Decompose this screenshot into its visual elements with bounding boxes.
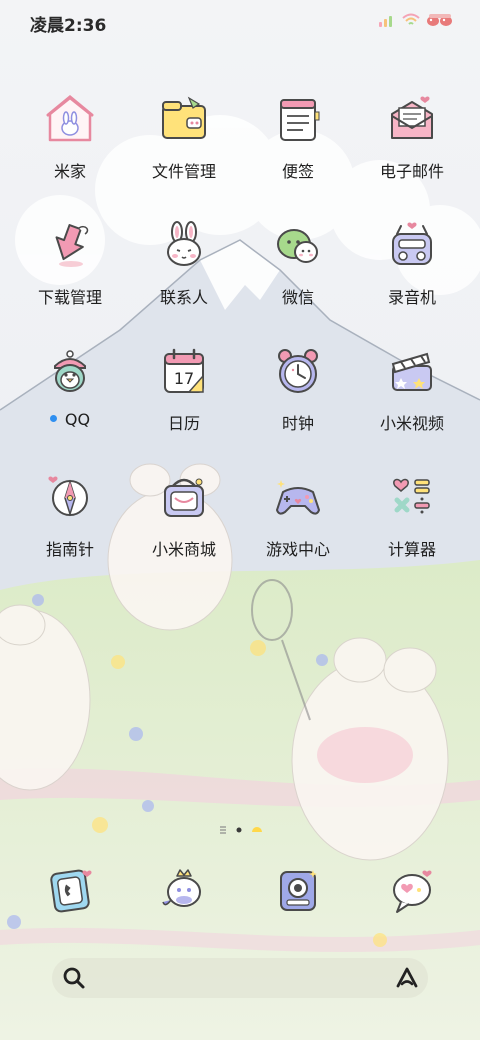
app-label: QQ — [64, 410, 91, 429]
app-label: 游戏中心 — [265, 540, 330, 559]
app-label: 录音机 — [387, 288, 436, 307]
app-label: 联系人 — [159, 288, 208, 307]
app-label: 计算器 — [387, 540, 436, 559]
app-label: 日历 — [167, 414, 200, 433]
calendar-day-text: 17 — [174, 369, 194, 388]
signal-bars-icon — [379, 16, 392, 27]
app-label: 小米视频 — [379, 414, 444, 433]
app-game-center[interactable]: 游戏中心 — [242, 468, 354, 578]
app-mi-video[interactable]: 小米视频 — [356, 342, 468, 452]
bunny-face-icon — [167, 221, 201, 266]
app-label: 文件管理 — [151, 162, 216, 181]
compass-icon — [48, 476, 88, 517]
calculator-symbols-icon — [393, 478, 430, 514]
status-icons — [378, 12, 454, 28]
app-label: 小米商城 — [151, 540, 216, 559]
message-crown-icon — [162, 869, 201, 907]
chat-heart-bubble-icon — [393, 870, 432, 913]
app-label: 便签 — [281, 162, 314, 181]
app-email[interactable]: 电子邮件 — [356, 90, 468, 200]
app-label: 时钟 — [281, 414, 314, 433]
camera-icon — [280, 870, 317, 911]
app-compass[interactable]: 指南针 — [14, 468, 126, 578]
app-calendar[interactable]: 17 日历 — [128, 342, 240, 452]
voice-assistant-icon[interactable] — [392, 963, 422, 993]
status-time: 凌晨2:36 — [30, 16, 107, 36]
app-calculator[interactable]: 计算器 — [356, 468, 468, 578]
chat-bubbles-icon — [277, 229, 318, 263]
app-label: 电子邮件 — [379, 162, 444, 181]
calendar-icon: 17 — [164, 348, 204, 393]
page-dot-sun — [252, 827, 262, 832]
app-qq[interactable]: QQ — [14, 342, 126, 452]
download-arrow-icon — [55, 224, 89, 267]
search-icon[interactable] — [60, 964, 88, 992]
app-file-manager[interactable]: 文件管理 — [128, 90, 240, 200]
phone-icon — [50, 869, 92, 913]
app-download-manager[interactable]: 下载管理 — [14, 216, 126, 326]
dock — [0, 862, 480, 932]
wifi-icon — [402, 13, 420, 25]
alarm-clock-icon — [278, 349, 318, 393]
shopping-basket-icon — [164, 478, 204, 517]
battery-cartoon-icon — [427, 14, 452, 26]
status-bar: 凌晨2:36 — [0, 0, 480, 44]
folder-icon — [162, 96, 206, 139]
recorder-icon — [392, 222, 432, 265]
app-recorder[interactable]: 录音机 — [356, 216, 468, 326]
dock-messages[interactable] — [128, 862, 240, 932]
dock-chat[interactable] — [356, 862, 468, 932]
app-label-qq: QQ — [14, 410, 126, 429]
app-clock[interactable]: 时钟 — [242, 342, 354, 452]
app-label: 微信 — [281, 288, 314, 307]
app-mi-store[interactable]: 小米商城 — [128, 468, 240, 578]
envelope-icon — [391, 96, 433, 139]
app-notes[interactable]: 便签 — [242, 90, 354, 200]
clapperboard-icon — [391, 352, 432, 391]
search-bar[interactable] — [52, 958, 428, 998]
app-label: 下载管理 — [37, 288, 102, 307]
app-wechat[interactable]: 微信 — [242, 216, 354, 326]
dock-phone[interactable] — [14, 862, 126, 932]
penguin-icon — [54, 350, 86, 392]
app-label: 指南针 — [45, 540, 94, 559]
page-dot-current — [236, 827, 242, 833]
notepad-icon — [280, 99, 320, 141]
dock-camera[interactable] — [242, 862, 354, 932]
app-mijia[interactable]: 米家 — [14, 90, 126, 200]
app-contacts[interactable]: 联系人 — [128, 216, 240, 326]
home-bunny-icon — [46, 95, 94, 142]
gamepad-icon — [276, 480, 320, 515]
page-indicator[interactable] — [216, 824, 264, 836]
update-badge — [49, 415, 57, 422]
app-label: 米家 — [53, 162, 86, 181]
page-indicator-list — [220, 826, 226, 834]
